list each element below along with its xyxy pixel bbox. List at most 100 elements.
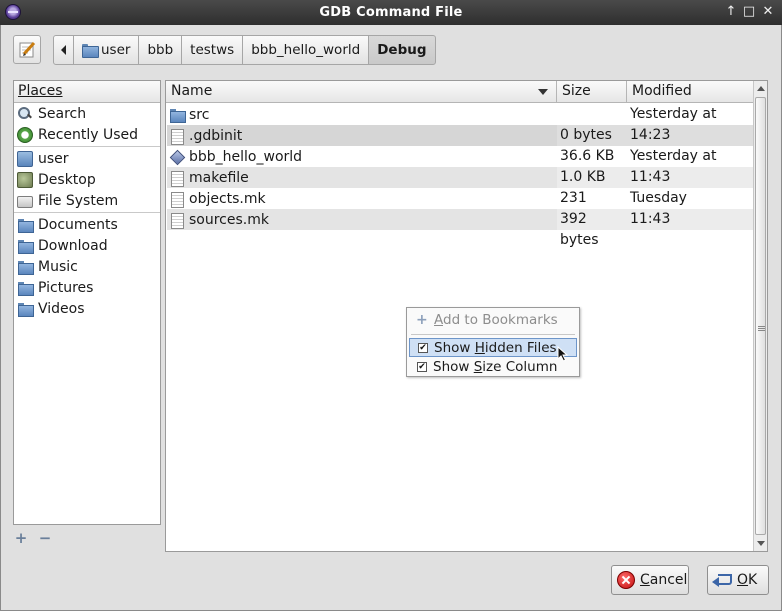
window-title: GDB Command File [319, 5, 463, 20]
menu-label: Show Hidden Files [434, 339, 557, 356]
text-file-icon [169, 191, 185, 208]
folder-icon [17, 301, 34, 317]
cancel-button[interactable]: Cancel [611, 565, 689, 595]
crumb-bbb[interactable]: bbb [138, 35, 183, 65]
crumb-testws[interactable]: testws [181, 35, 244, 65]
text-file-icon [169, 212, 185, 229]
places-header[interactable]: Places [14, 81, 160, 103]
places-item-user[interactable]: user [14, 148, 160, 169]
menu-item-show-hidden-files[interactable]: ✔ Show Hidden Files [409, 338, 577, 357]
shade-window-button[interactable]: ↑ [722, 3, 740, 21]
ok-button-label: OK [737, 572, 758, 588]
file-row[interactable]: sources.mk 392 bytes 11:43 [167, 209, 753, 248]
place-label: Music [38, 258, 78, 275]
scrollbar-thumb[interactable] [755, 97, 766, 535]
file-name: bbb_hello_world [189, 148, 303, 165]
places-separator [14, 146, 160, 147]
mouse-cursor-icon [557, 346, 569, 362]
file-row[interactable]: bbb_hello_world 36.6 KB Yesterday at 13:… [167, 146, 753, 185]
sort-descending-icon [538, 89, 548, 95]
checkbox-checked-icon[interactable]: ✔ [417, 361, 427, 372]
scroll-up-arrow-icon[interactable] [757, 86, 765, 91]
folder-icon [169, 107, 186, 123]
places-separator [14, 212, 160, 213]
file-list-header: Name Size Modified [166, 81, 753, 103]
file-size: 392 bytes [557, 209, 627, 248]
close-window-button[interactable]: ✕ [759, 3, 777, 21]
crumb-label: bbb_hello_world [251, 42, 361, 58]
vertical-scrollbar[interactable] [753, 81, 767, 551]
column-header-modified[interactable]: Modified [627, 81, 753, 103]
crumb-user[interactable]: user [73, 35, 140, 65]
places-item-desktop[interactable]: Desktop [14, 169, 160, 190]
folder-icon [17, 259, 34, 275]
file-row[interactable]: objects.mk 231 bytes Tuesday [167, 188, 753, 227]
search-icon [17, 106, 33, 122]
file-row[interactable]: src Yesterday at 13:26 [167, 104, 753, 143]
place-label: File System [38, 192, 119, 209]
place-label: user [38, 150, 69, 167]
context-menu: + Add to Bookmarks ✔ Show Hidden Files ✔… [406, 307, 580, 377]
grip-icon [758, 326, 765, 332]
type-location-button[interactable] [13, 35, 41, 64]
column-label: Name [171, 83, 213, 99]
cancel-button-label: Cancel [640, 572, 688, 588]
places-item-file-system[interactable]: File System [14, 190, 160, 211]
ok-return-icon [712, 573, 732, 587]
remove-bookmark-button[interactable]: − [37, 530, 53, 546]
add-bookmark-button[interactable]: + [13, 530, 29, 546]
places-item-pictures[interactable]: Pictures [14, 277, 160, 298]
file-modified: Yesterday at 13:26 [630, 106, 717, 143]
crumb-label: testws [190, 42, 235, 58]
crumb-label: Debug [377, 42, 427, 58]
column-label: Modified [632, 83, 692, 99]
place-label: Search [38, 105, 87, 122]
menu-label: Add to Bookmarks [434, 311, 558, 328]
text-file-icon [169, 128, 185, 145]
file-name: .gdbinit [189, 127, 243, 144]
file-size [557, 104, 627, 125]
menu-item-add-to-bookmarks[interactable]: + Add to Bookmarks [409, 310, 577, 329]
text-file-icon [169, 170, 185, 187]
crumb-bbb-hello-world[interactable]: bbb_hello_world [242, 35, 370, 65]
cancel-icon [617, 571, 635, 589]
checkbox-checked-icon[interactable]: ✔ [418, 342, 428, 353]
title-bar: GDB Command File ↑ □ ✕ [0, 0, 782, 25]
file-row[interactable]: .gdbinit 0 bytes 14:23 [167, 125, 753, 146]
menu-separator [411, 334, 575, 335]
menu-item-show-size-column[interactable]: ✔ Show Size Column [409, 357, 577, 376]
recent-icon [17, 126, 33, 143]
place-label: Recently Used [38, 126, 139, 143]
column-header-name[interactable]: Name [166, 81, 557, 103]
column-header-size[interactable]: Size [557, 81, 627, 103]
drive-icon [17, 195, 33, 208]
path-scroll-left-button[interactable] [53, 35, 74, 65]
ok-button[interactable]: OK [707, 565, 769, 595]
file-size: 36.6 KB [560, 148, 615, 164]
crumb-debug[interactable]: Debug [368, 35, 436, 65]
menu-label: Show Size Column [433, 358, 558, 375]
file-name: objects.mk [189, 190, 266, 207]
places-item-music[interactable]: Music [14, 256, 160, 277]
places-item-search[interactable]: Search [14, 103, 160, 124]
chevron-left-icon [60, 45, 66, 55]
crumb-label: bbb [147, 42, 174, 58]
maximize-window-button[interactable]: □ [740, 3, 758, 21]
home-folder-icon [17, 150, 33, 167]
file-rows: src Yesterday at 13:26 .gdbinit 0 bytes … [167, 104, 753, 248]
file-row[interactable]: makefile 1.0 KB 11:43 [167, 167, 753, 188]
file-name: makefile [189, 169, 249, 186]
places-header-label: Places [18, 83, 63, 99]
place-label: Pictures [38, 279, 94, 296]
file-name: sources.mk [189, 211, 269, 228]
places-item-videos[interactable]: Videos [14, 298, 160, 319]
places-item-recently-used[interactable]: Recently Used [14, 124, 160, 145]
file-name: src [189, 106, 210, 123]
places-item-download[interactable]: Download [14, 235, 160, 256]
folder-icon [17, 238, 34, 254]
places-item-documents[interactable]: Documents [14, 214, 160, 235]
folder-icon [17, 217, 34, 233]
desktop-icon [17, 171, 33, 188]
file-modified: 11:43 [627, 167, 753, 188]
scroll-down-arrow-icon[interactable] [757, 541, 765, 546]
